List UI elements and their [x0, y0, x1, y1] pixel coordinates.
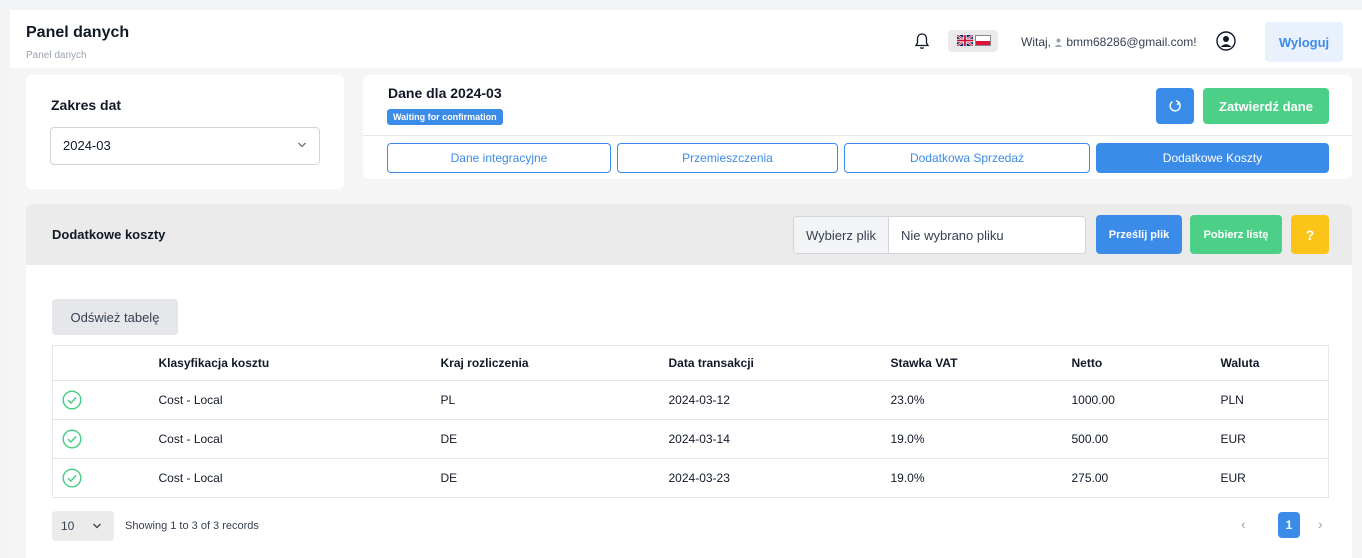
page-size-value: 10	[61, 519, 75, 533]
status-cell	[52, 458, 149, 498]
greeting: Witaj, bmm68286@gmail.com!	[1021, 35, 1197, 49]
file-name-label: Nie wybrano pliku	[901, 228, 1004, 243]
currency-cell: PLN	[1210, 380, 1329, 420]
file-input[interactable]: Wybierz plik Nie wybrano pliku	[793, 216, 1086, 254]
logout-button[interactable]: Wyloguj	[1265, 22, 1343, 62]
currency-cell: EUR	[1210, 419, 1329, 459]
pagination-page-1[interactable]: 1	[1278, 512, 1300, 538]
classification-cell: Cost - Local	[148, 419, 431, 459]
refresh-button[interactable]	[1156, 88, 1194, 124]
top-bar: Panel danych Panel danych Witaj, bmm6828…	[10, 10, 1362, 68]
date-cell: 2024-03-23	[658, 458, 881, 498]
flag-pl-icon[interactable]	[975, 35, 991, 46]
user-email: bmm68286@gmail.com!	[1066, 35, 1197, 49]
status-cell	[52, 419, 149, 459]
refresh-icon	[1169, 99, 1181, 112]
tab-transfers[interactable]: Przemieszczenia	[617, 143, 838, 173]
confirm-data-button[interactable]: Zatwierdź dane	[1203, 88, 1329, 124]
column-header-status	[52, 345, 149, 381]
greeting-label: Witaj,	[1021, 35, 1055, 49]
country-cell: PL	[430, 380, 659, 420]
bell-icon[interactable]	[914, 32, 930, 50]
records-info: Showing 1 to 3 of 3 records	[125, 520, 259, 532]
data-panel: Dane dla 2024-03 Waiting for confirmatio…	[363, 75, 1352, 179]
refresh-table-button[interactable]: Odśwież tabelę	[52, 299, 178, 335]
divider	[363, 135, 1352, 136]
date-range-card: Zakres dat 2024-03	[26, 75, 344, 189]
column-header-country[interactable]: Kraj rozliczenia	[430, 345, 659, 381]
classification-cell: Cost - Local	[148, 458, 431, 498]
chevron-down-icon	[298, 142, 306, 148]
page-title: Panel danych	[26, 24, 130, 41]
additional-costs-card: Dodatkowe koszty Wybierz plik Nie wybran…	[26, 204, 1352, 558]
check-circle-icon	[62, 429, 82, 449]
classification-cell: Cost - Local	[148, 380, 431, 420]
net-cell: 1000.00	[1061, 380, 1211, 420]
breadcrumb: Panel danych	[26, 50, 87, 61]
section-title: Dodatkowe koszty	[52, 227, 166, 242]
date-range-value: 2024-03	[63, 138, 111, 153]
date-range-select[interactable]: 2024-03	[50, 127, 320, 165]
column-header-classification[interactable]: Klasyfikacja kosztu	[148, 345, 431, 381]
date-cell: 2024-03-12	[658, 380, 881, 420]
check-circle-icon	[62, 468, 82, 488]
chevron-down-icon	[93, 523, 101, 529]
vat-cell: 23.0%	[880, 380, 1062, 420]
tab-integration-data[interactable]: Dane integracyjne	[387, 143, 611, 173]
choose-file-button[interactable]: Wybierz plik	[794, 217, 889, 253]
tab-additional-costs[interactable]: Dodatkowe Koszty	[1096, 143, 1329, 173]
card-header: Dodatkowe koszty Wybierz plik Nie wybran…	[26, 204, 1352, 265]
date-cell: 2024-03-14	[658, 419, 881, 459]
check-circle-icon	[62, 390, 82, 410]
table-header-row: Klasyfikacja kosztu Kraj rozliczenia Dat…	[52, 345, 1329, 381]
table-row[interactable]: Cost - Local DE 2024-03-14 19.0% 500.00 …	[52, 419, 1329, 459]
date-range-label: Zakres dat	[51, 97, 122, 113]
data-title: Dane dla 2024-03	[388, 85, 502, 101]
country-cell: DE	[430, 419, 659, 459]
vat-cell: 19.0%	[880, 458, 1062, 498]
column-header-net[interactable]: Netto	[1061, 345, 1211, 381]
column-header-vat[interactable]: Stawka VAT	[880, 345, 1062, 381]
net-cell: 500.00	[1061, 419, 1211, 459]
pagination-next-button[interactable]: ›	[1318, 516, 1323, 532]
tab-additional-sales[interactable]: Dodatkowa Sprzedaż	[844, 143, 1090, 173]
person-icon	[1055, 38, 1063, 47]
flag-uk-icon[interactable]	[957, 35, 973, 46]
currency-cell: EUR	[1210, 458, 1329, 498]
help-button[interactable]: ?	[1291, 215, 1329, 254]
vat-cell: 19.0%	[880, 419, 1062, 459]
app-frame: Panel danych Panel danych Witaj, bmm6828…	[10, 10, 1362, 558]
pagination-prev-button[interactable]: ‹	[1241, 516, 1246, 532]
column-header-currency[interactable]: Waluta	[1210, 345, 1329, 381]
costs-table: Klasyfikacja kosztu Kraj rozliczenia Dat…	[52, 345, 1329, 498]
user-circle-icon[interactable]	[1216, 31, 1236, 51]
table-row[interactable]: Cost - Local PL 2024-03-12 23.0% 1000.00…	[52, 380, 1329, 420]
net-cell: 275.00	[1061, 458, 1211, 498]
page-size-select[interactable]: 10	[52, 511, 114, 541]
upload-file-button[interactable]: Prześlij plik	[1096, 215, 1182, 254]
language-switcher[interactable]	[948, 30, 998, 52]
status-badge: Waiting for confirmation	[387, 109, 503, 125]
table-row[interactable]: Cost - Local DE 2024-03-23 19.0% 275.00 …	[52, 458, 1329, 498]
status-cell	[52, 380, 149, 420]
download-list-button[interactable]: Pobierz listę	[1190, 215, 1282, 254]
country-cell: DE	[430, 458, 659, 498]
column-header-date[interactable]: Data transakcji	[658, 345, 881, 381]
